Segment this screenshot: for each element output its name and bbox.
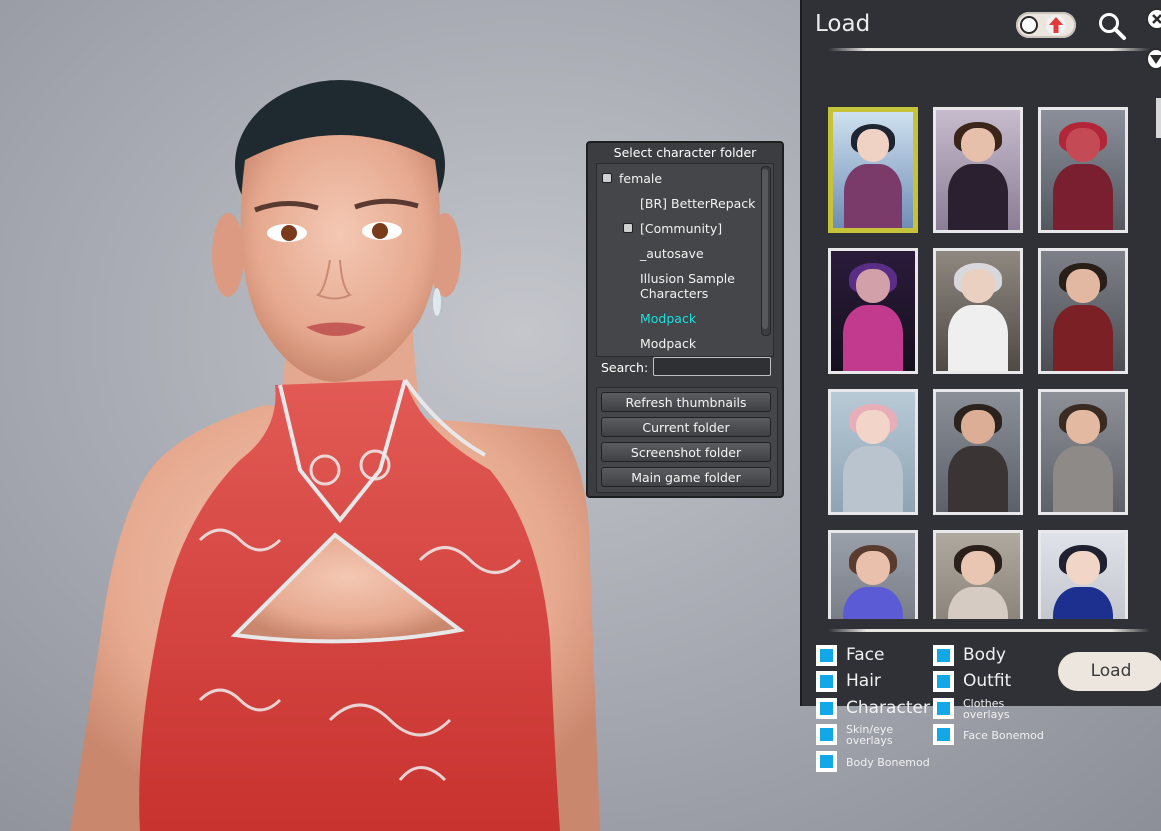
- main-game-folder-button[interactable]: Main game folder: [601, 467, 771, 487]
- character-ear-left: [212, 213, 244, 297]
- tree-item-community[interactable]: [Community]: [640, 221, 722, 236]
- body-checkbox[interactable]: [933, 645, 954, 666]
- clothes-overlays-checkbox[interactable]: [933, 698, 954, 719]
- divider: [828, 629, 1150, 632]
- character-card[interactable]: [828, 107, 918, 233]
- face-checkbox[interactable]: [816, 645, 837, 666]
- scrollbar-thumb[interactable]: [762, 169, 768, 329]
- tree-item-illusion-sample[interactable]: Illusion Sample: [640, 271, 735, 286]
- body-label: Body: [963, 645, 1006, 665]
- chevron-down-icon[interactable]: [1146, 48, 1161, 70]
- toggle-knob: [1020, 16, 1038, 34]
- character-card[interactable]: [828, 530, 918, 619]
- character-checkbox[interactable]: [816, 698, 837, 719]
- load-button[interactable]: Load: [1058, 652, 1161, 691]
- character-card[interactable]: [933, 107, 1023, 233]
- body-bonemod-checkbox[interactable]: [816, 751, 837, 772]
- face-bonemod-label: Face Bonemod: [963, 729, 1044, 742]
- hair-label: Hair: [846, 671, 881, 691]
- clothes-overlays-label-line2: overlays: [963, 708, 1010, 721]
- character-card[interactable]: [1038, 248, 1128, 374]
- character-card-grid: [828, 107, 1138, 619]
- face-bonemod-checkbox[interactable]: [933, 724, 954, 745]
- character-label: Character: [846, 698, 930, 718]
- screenshot-folder-button[interactable]: Screenshot folder: [601, 442, 771, 462]
- folder-search-input[interactable]: [653, 357, 771, 376]
- character-card[interactable]: [1038, 530, 1128, 619]
- current-folder-button[interactable]: Current folder: [601, 417, 771, 437]
- tree-item-female[interactable]: female: [619, 171, 662, 186]
- search-label: Search:: [601, 360, 649, 375]
- close-icon[interactable]: [1146, 8, 1161, 30]
- upload-arrow-icon: [1046, 15, 1066, 35]
- select-character-folder-dialog: Select character folder female [BR] Bett…: [586, 141, 784, 498]
- character-card[interactable]: [828, 389, 918, 515]
- face-label: Face: [846, 645, 885, 665]
- skin-eye-label-line2: overlays: [846, 734, 893, 747]
- outfit-label: Outfit: [963, 671, 1012, 691]
- refresh-thumbnails-button[interactable]: Refresh thumbnails: [601, 392, 771, 412]
- hair-checkbox[interactable]: [816, 671, 837, 692]
- body-bonemod-label: Body Bonemod: [846, 756, 930, 769]
- skin-eye-overlays-checkbox[interactable]: [816, 724, 837, 745]
- character-card[interactable]: [828, 248, 918, 374]
- tree-scrollbar[interactable]: [761, 166, 771, 336]
- expand-toggle-icon[interactable]: [623, 223, 633, 233]
- upload-toggle[interactable]: [1016, 12, 1076, 38]
- tree-item-modpack-selected[interactable]: Modpack: [640, 311, 696, 326]
- tree-item-autosave[interactable]: _autosave: [640, 246, 704, 261]
- panel-title: Load: [815, 11, 871, 37]
- character-card[interactable]: [1038, 389, 1128, 515]
- expand-toggle-icon[interactable]: [602, 173, 612, 183]
- dialog-title: Select character folder: [613, 145, 757, 160]
- tree-item-modpack[interactable]: Modpack: [640, 336, 696, 351]
- folder-tree: female [BR] BetterRepack [Community] _au…: [596, 163, 774, 357]
- character-card[interactable]: [1038, 107, 1128, 233]
- load-panel: Load: [800, 0, 1161, 706]
- search-icon[interactable]: [1097, 11, 1127, 41]
- character-card[interactable]: [933, 389, 1023, 515]
- character-card[interactable]: [933, 530, 1023, 619]
- grid-scrollbar[interactable]: [1156, 98, 1161, 138]
- earring: [433, 288, 441, 316]
- outfit-checkbox[interactable]: [933, 671, 954, 692]
- tree-item-illusion-sample-line2[interactable]: Characters: [640, 286, 708, 301]
- folder-button-group: Refresh thumbnails Current folder Screen…: [596, 387, 778, 493]
- divider: [828, 48, 1150, 51]
- tree-item-betterrepack[interactable]: [BR] BetterRepack: [640, 196, 755, 211]
- character-card[interactable]: [933, 248, 1023, 374]
